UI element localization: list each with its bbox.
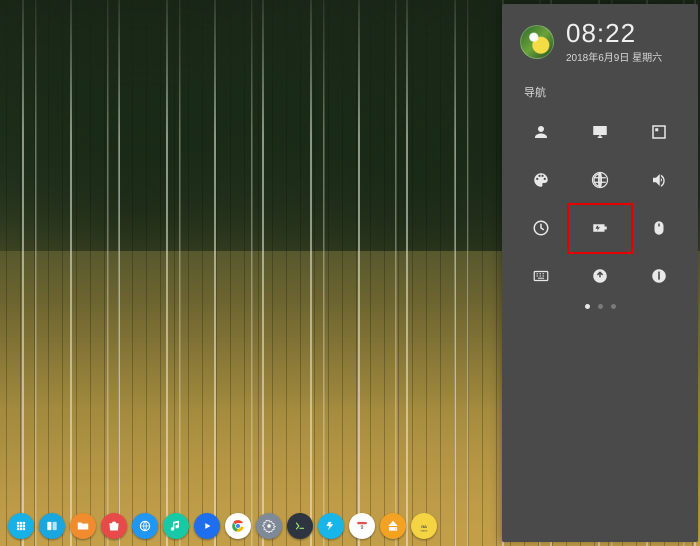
power-icon xyxy=(591,219,609,237)
display-icon xyxy=(591,123,609,141)
monitor-dock-item[interactable] xyxy=(318,513,344,539)
calendar-dock-item[interactable] xyxy=(349,513,375,539)
chrome-dock-item[interactable] xyxy=(225,513,251,539)
sysinfo-settings-button[interactable] xyxy=(629,252,688,300)
pager-dot[interactable] xyxy=(585,304,590,309)
disk-dock-item[interactable] xyxy=(380,513,406,539)
task-view-dock-item[interactable] xyxy=(39,513,65,539)
default-apps-settings-button[interactable] xyxy=(629,108,688,156)
keyboard-icon xyxy=(532,267,550,285)
clock-date: 2018年6月9日 星期六 xyxy=(566,49,662,64)
personalize-settings-button[interactable] xyxy=(512,156,571,204)
file-manager-icon xyxy=(76,519,90,533)
terminal-dock-item[interactable] xyxy=(287,513,313,539)
disk-icon xyxy=(386,519,400,533)
monitor-icon xyxy=(324,519,338,533)
sysinfo-icon xyxy=(650,267,668,285)
settings-dock-item[interactable] xyxy=(256,513,282,539)
browser-dock-item[interactable] xyxy=(132,513,158,539)
calendar-icon xyxy=(355,519,369,533)
control-center-panel: 08:22 2018年6月9日 星期六 导航 xyxy=(502,4,698,542)
terminal-icon xyxy=(293,519,307,533)
sound-icon xyxy=(650,171,668,189)
task-view-icon xyxy=(45,519,59,533)
mouse-settings-button[interactable] xyxy=(629,204,688,252)
video-icon xyxy=(200,519,214,533)
update-settings-button[interactable] xyxy=(571,252,630,300)
mouse-icon xyxy=(650,219,668,237)
video-dock-item[interactable] xyxy=(194,513,220,539)
default-apps-icon xyxy=(650,123,668,141)
nav-section-title: 导航 xyxy=(502,68,698,108)
datetime-settings-button[interactable] xyxy=(512,204,571,252)
keyboard-settings-button[interactable] xyxy=(512,252,571,300)
store-icon xyxy=(107,519,121,533)
pager-dot[interactable] xyxy=(611,304,616,309)
nav-pager xyxy=(502,304,698,309)
dock xyxy=(4,510,441,542)
music-icon xyxy=(169,519,183,533)
pager-dot[interactable] xyxy=(598,304,603,309)
account-settings-button[interactable] xyxy=(512,108,571,156)
datetime-icon xyxy=(532,219,550,237)
power-settings-button[interactable] xyxy=(571,204,630,252)
music-dock-item[interactable] xyxy=(163,513,189,539)
launcher-icon xyxy=(14,519,28,533)
file-manager-dock-item[interactable] xyxy=(70,513,96,539)
update-icon xyxy=(591,267,609,285)
network-settings-button[interactable] xyxy=(571,156,630,204)
sound-settings-button[interactable] xyxy=(629,156,688,204)
display-settings-button[interactable] xyxy=(571,108,630,156)
account-icon xyxy=(532,123,550,141)
nav-grid xyxy=(502,108,698,300)
avatar[interactable] xyxy=(520,25,554,59)
clock-time: 08:22 xyxy=(566,20,662,46)
settings-icon xyxy=(262,519,276,533)
store-dock-item[interactable] xyxy=(101,513,127,539)
launcher-dock-item[interactable] xyxy=(8,513,34,539)
personalize-icon xyxy=(532,171,550,189)
clock-row: 08:22 2018年6月9日 星期六 xyxy=(502,18,698,68)
network-icon xyxy=(591,171,609,189)
browser-icon xyxy=(138,519,152,533)
desktop: 08:22 2018年6月9日 星期六 导航 xyxy=(0,0,700,546)
voice-icon xyxy=(417,519,431,533)
chrome-icon xyxy=(231,519,245,533)
voice-dock-item[interactable] xyxy=(411,513,437,539)
